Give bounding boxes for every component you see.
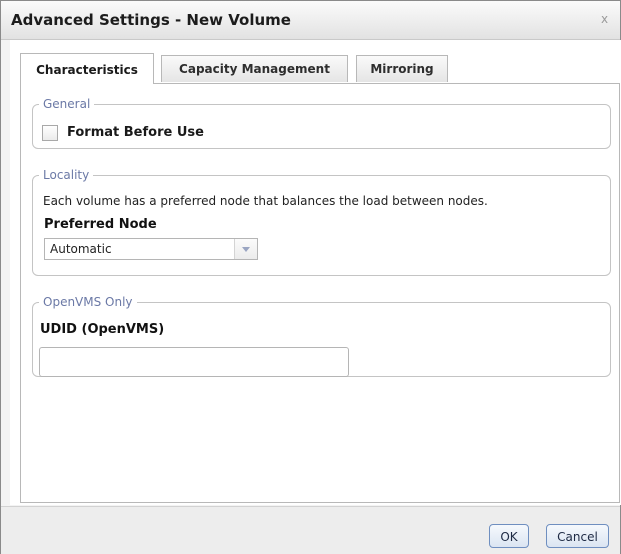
format-before-use-label[interactable]: Format Before Use	[67, 125, 204, 140]
locality-legend: Locality	[43, 168, 90, 182]
chevron-down-icon[interactable]	[234, 239, 257, 259]
characteristics-panel: General Format Before Use Locality Each …	[20, 83, 620, 503]
general-legend: General	[43, 97, 91, 111]
locality-group: Locality Each volume has a preferred nod…	[32, 168, 611, 276]
tab-characteristics[interactable]: Characteristics	[20, 53, 154, 84]
tab-capacity-management[interactable]: Capacity Management	[161, 55, 348, 82]
ok-button[interactable]: OK	[489, 524, 529, 548]
udid-label: UDID (OpenVMS)	[40, 322, 165, 337]
udid-input[interactable]	[39, 347, 349, 377]
tab-mirroring[interactable]: Mirroring	[356, 55, 448, 82]
preferred-node-select[interactable]: Automatic	[44, 238, 258, 260]
dialog-titlebar[interactable]: Advanced Settings - New Volume x	[1, 1, 620, 40]
close-icon[interactable]: x	[601, 12, 608, 26]
openvms-group: OpenVMS Only UDID (OpenVMS)	[32, 295, 611, 377]
openvms-legend: OpenVMS Only	[43, 295, 133, 309]
format-before-use-checkbox[interactable]	[42, 125, 58, 141]
dialog-title: Advanced Settings - New Volume	[11, 11, 291, 29]
locality-description: Each volume has a preferred node that ba…	[43, 194, 488, 208]
dialog-footer: OK Cancel	[1, 506, 620, 554]
preferred-node-label: Preferred Node	[44, 217, 157, 232]
advanced-settings-dialog: Advanced Settings - New Volume x Charact…	[0, 0, 621, 554]
preferred-node-value: Automatic	[50, 242, 112, 256]
cancel-button[interactable]: Cancel	[546, 524, 609, 548]
general-group: General Format Before Use	[32, 97, 611, 149]
